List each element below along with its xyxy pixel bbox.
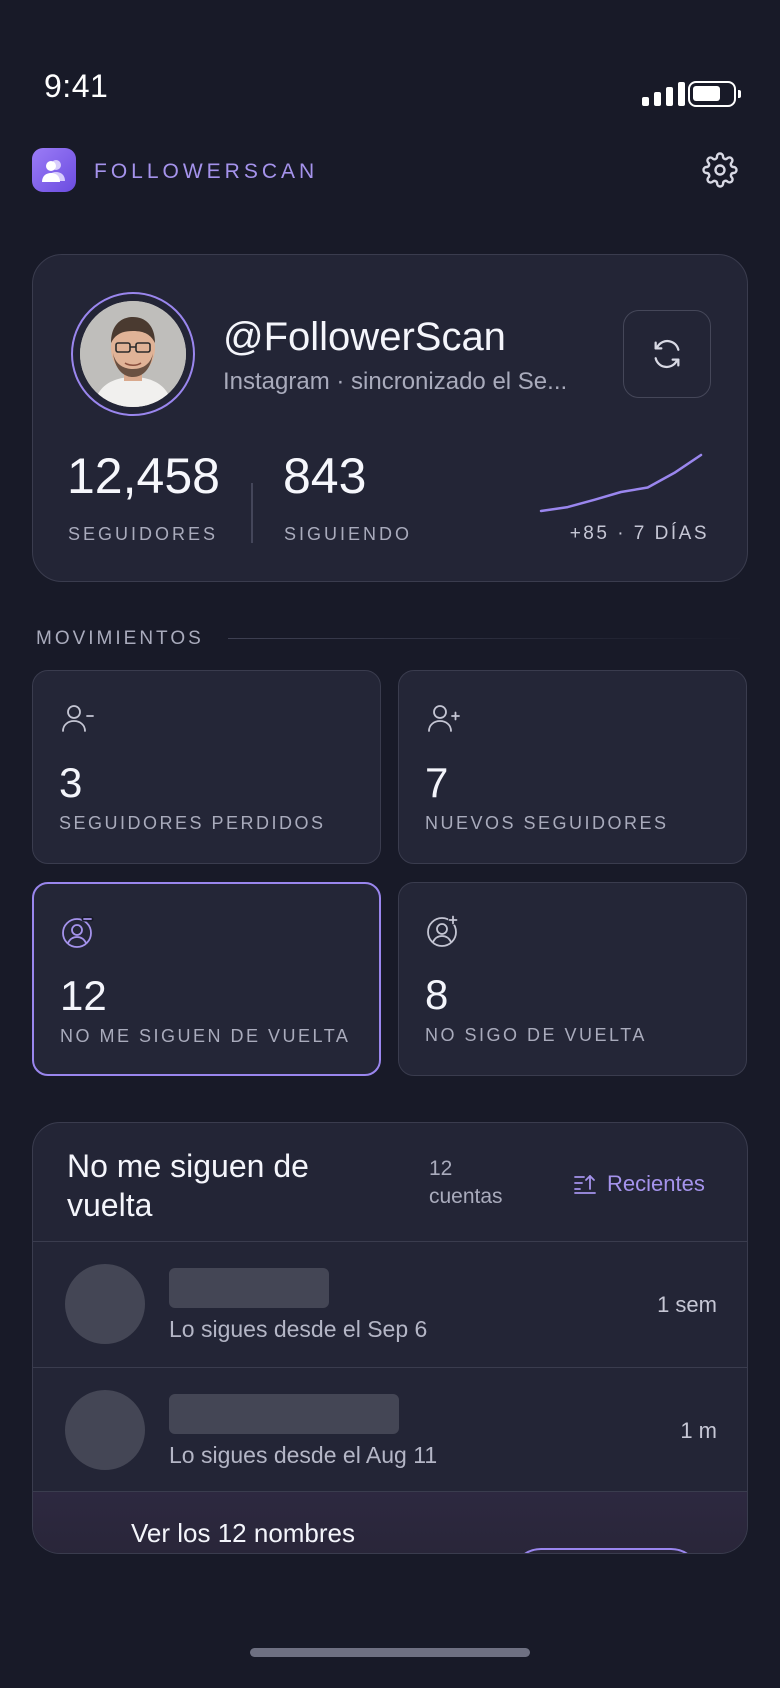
trend-summary: +85 · 7 DÍAS (569, 523, 709, 544)
sort-label: Recientes (607, 1171, 705, 1196)
follow-since: Lo sigues desde el Aug 11 (169, 1442, 438, 1468)
avatar-placeholder (65, 1264, 145, 1344)
trend-line (539, 453, 703, 513)
user-circle-minus-icon (62, 916, 94, 948)
new-followers-label: NUEVOS SEGUIDORES (425, 813, 669, 833)
unlock-button[interactable] (511, 1548, 701, 1553)
lost-followers-label: SEGUIDORES PERDIDOS (59, 813, 326, 833)
following-count: 843 (283, 448, 367, 504)
list-item[interactable]: Lo sigues desde el Sep 6 1 sem (33, 1241, 747, 1367)
i-dont-follow-back-value: 8 (425, 971, 449, 1018)
brand-name: FOLLOWERSCAN (94, 160, 319, 183)
profile-avatar-ring (71, 292, 195, 416)
sync-status: Instagram · sincronizado el Se... (223, 368, 568, 395)
status-time: 9:41 (44, 68, 109, 104)
app-logo-icon (32, 148, 76, 192)
not-following-back-me-label: NO ME SIGUEN DE VUELTA (60, 1026, 351, 1046)
card-new-followers[interactable]: 7 NUEVOS SEGUIDORES (398, 670, 747, 864)
stats-divider (251, 483, 253, 543)
new-followers-value: 7 (425, 759, 449, 806)
list-item[interactable]: Lo sigues desde el Aug 11 1 m (33, 1367, 747, 1493)
unlock-text: Ver los 12 nombres (131, 1518, 356, 1548)
gear-icon (702, 152, 738, 188)
avatar (80, 301, 186, 407)
card-not-following-back-me[interactable]: 12 NO ME SIGUEN DE VUELTA (32, 882, 381, 1076)
settings-button[interactable] (700, 150, 740, 190)
name-placeholder (169, 1394, 399, 1434)
home-indicator[interactable] (250, 1648, 530, 1657)
refresh-button[interactable] (623, 310, 711, 398)
following-label: SIGUIENDO (284, 524, 413, 544)
refresh-icon (654, 339, 680, 369)
sort-button[interactable]: Recientes (573, 1171, 705, 1197)
profile-handle: @FollowerScan (223, 315, 506, 359)
user-plus-icon (428, 705, 460, 732)
lost-followers-value: 3 (59, 759, 83, 806)
list-count: 12 cuentas (429, 1157, 503, 1208)
time-ago: 1 sem (657, 1292, 717, 1317)
unlock-banner: Ver los 12 nombres (33, 1491, 747, 1553)
battery-icon (688, 81, 741, 107)
followers-count: 12,458 (67, 448, 220, 504)
card-i-dont-follow-back[interactable]: 8 NO SIGO DE VUELTA (398, 882, 747, 1076)
card-lost-followers[interactable]: 3 SEGUIDORES PERDIDOS (32, 670, 381, 864)
followers-label: SEGUIDORES (68, 524, 219, 544)
not-following-back-list: No me siguen de vuelta 12 cuentas Recien… (32, 1122, 748, 1554)
avatar-placeholder (65, 1390, 145, 1470)
name-placeholder (169, 1268, 329, 1308)
app-header: FOLLOWERSCAN (32, 146, 748, 194)
user-minus-icon (62, 705, 94, 732)
i-dont-follow-back-label: NO SIGO DE VUELTA (425, 1025, 647, 1045)
sort-icon (574, 1175, 596, 1194)
list-title: No me siguen de vuelta (67, 1148, 309, 1223)
time-ago: 1 m (680, 1418, 717, 1443)
trend-sparkline (539, 453, 703, 513)
cellular-signal-icon (642, 82, 685, 106)
follow-since: Lo sigues desde el Sep 6 (169, 1316, 428, 1342)
not-following-back-me-value: 12 (60, 972, 107, 1019)
status-bar: 9:41 (0, 0, 780, 130)
profile-card: @FollowerScan Instagram · sincronizado e… (32, 254, 748, 582)
section-divider (228, 638, 748, 639)
user-circle-plus-icon (427, 915, 458, 947)
section-title-movements: MOVIMIENTOS (36, 628, 204, 649)
